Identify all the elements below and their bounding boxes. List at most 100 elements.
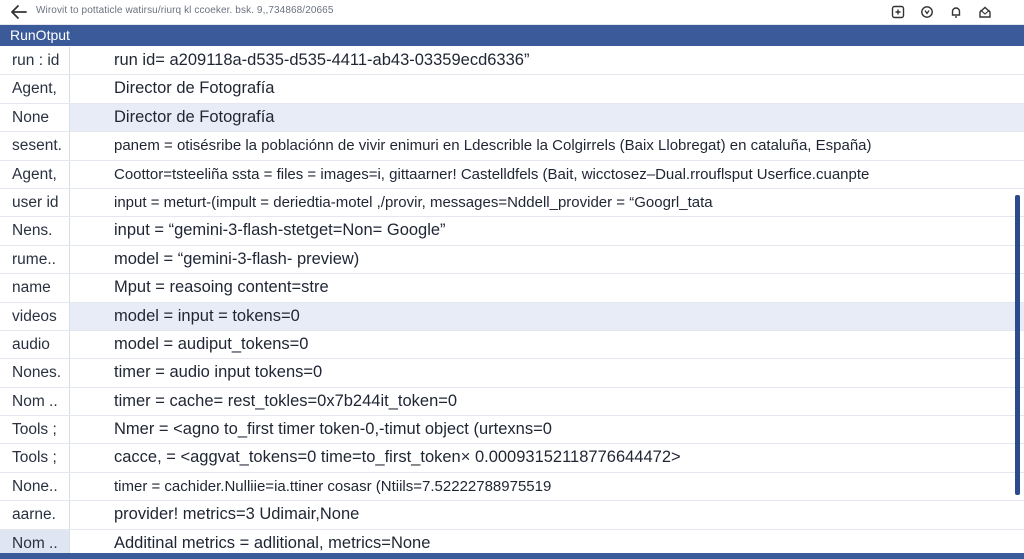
- value-cell: run id= a209118a-d535-d535-4411-ab43-033…: [70, 47, 1024, 74]
- key-cell: Nones.: [0, 359, 70, 387]
- key-cell: sesent.: [0, 132, 70, 160]
- key-cell: Nom ..: [0, 387, 70, 416]
- key-cell: user id: [0, 188, 70, 217]
- address-text[interactable]: Wirovit to pottaticle watirsu/riurq kl c…: [36, 5, 334, 16]
- row-value: panem = otisésribe la poblaciónn de vivi…: [114, 137, 872, 155]
- row-key: name: [12, 279, 51, 297]
- row-value: input = “gemini-3-flash-stetget=Non= Goo…: [114, 221, 446, 240]
- row-key: Nens.: [12, 222, 53, 240]
- save-button[interactable]: [889, 3, 907, 21]
- row-value: run id= a209118a-d535-d535-4411-ab43-033…: [114, 51, 530, 69]
- bottom-border: [0, 553, 1024, 559]
- settings-button[interactable]: [918, 3, 936, 21]
- settings-icon: [921, 6, 933, 18]
- panel-title: RunOtput: [10, 27, 70, 43]
- table-row[interactable]: Nom .. timer = cache= rest_tokles=0x7b244…: [0, 387, 1024, 417]
- row-value: input = meturt-(impult = deriedtia-motel…: [114, 193, 713, 211]
- value-cell: timer = audio input tokens=0: [70, 359, 1024, 386]
- value-cell: timer = cache= rest_tokles=0x7b244it_tok…: [70, 388, 1024, 415]
- table-row[interactable]: rume.. model = “gemini-3-flash- preview): [0, 245, 1024, 275]
- value-cell: input = meturt-(impult = deriedtia-motel…: [70, 189, 1024, 216]
- table-row[interactable]: Nones. timer = audio input tokens=0: [0, 359, 1024, 388]
- row-value: Nmer = <agno to_first timer token-0,-tim…: [114, 420, 552, 439]
- table-row[interactable]: videos model = input = tokens=0: [0, 302, 1024, 331]
- table-row[interactable]: run : id run id= a209118a-d535-d535-4411-…: [0, 47, 1024, 76]
- row-value: Coottor=tsteeliña ssta = files = images=…: [114, 165, 870, 183]
- row-key: None: [12, 108, 50, 126]
- row-value: Additinal metrics = adlitional, metrics=…: [114, 533, 431, 552]
- row-key: Agent,: [12, 165, 57, 183]
- value-cell: model = audiput_tokens=0: [70, 331, 1024, 358]
- key-cell: Tools ;: [0, 416, 70, 444]
- row-value: Director de Fotografía: [114, 107, 275, 126]
- panel-header: RunOtput: [0, 25, 1024, 46]
- table-row[interactable]: aarne. provider! metrics=3 Udimair,None: [0, 501, 1024, 530]
- key-cell: Agent,: [0, 160, 70, 188]
- value-cell: Director de Fotografía: [70, 103, 1024, 132]
- table-row[interactable]: sesent. panem = otisésribe la poblaciónn …: [0, 132, 1024, 161]
- table-row[interactable]: Nens. input = “gemini-3-flash-stetget=Non…: [0, 217, 1024, 246]
- home-button[interactable]: [976, 3, 994, 21]
- row-value: model = input = tokens=0: [114, 306, 300, 325]
- row-key: Agent,: [12, 80, 57, 98]
- row-key: Nom ..: [12, 392, 58, 410]
- top-toolbar: Wirovit to pottaticle watirsu/riurq kl c…: [0, 0, 1024, 25]
- vertical-scrollbar[interactable]: [1015, 195, 1020, 495]
- key-cell: None: [0, 103, 70, 132]
- notifications-button[interactable]: [947, 3, 965, 21]
- key-cell: None..: [0, 472, 70, 501]
- key-cell: name: [0, 274, 70, 302]
- table-row[interactable]: Tools ; Nmer = <agno to_first timer token…: [0, 416, 1024, 445]
- row-value: cacce, = <aggvat_tokens=0 time=to_first_…: [114, 448, 681, 467]
- save-icon: [891, 5, 905, 19]
- row-key: rume..: [12, 250, 56, 268]
- value-cell: provider! metrics=3 Udimair,None: [70, 501, 1024, 528]
- key-cell: rume..: [0, 245, 70, 274]
- row-key: Tools ;: [12, 421, 57, 439]
- table-row[interactable]: None.. timer = cachider.Nulliie=ia.ttiner…: [0, 472, 1024, 502]
- row-key: Nones.: [12, 364, 62, 382]
- toolbar-actions: [889, 3, 994, 21]
- table-row[interactable]: user id input = meturt-(impult = deriedti…: [0, 188, 1024, 218]
- value-cell: Coottor=tsteeliña ssta = files = images=…: [70, 161, 1024, 188]
- row-key: audio: [12, 335, 50, 353]
- value-cell: model = “gemini-3-flash- preview): [70, 246, 1024, 273]
- row-value: model = audiput_tokens=0: [114, 334, 309, 353]
- output-table: run : id run id= a209118a-d535-d535-4411-…: [0, 47, 1024, 559]
- table-row[interactable]: None Director de Fotografía: [0, 103, 1024, 133]
- value-cell: input = “gemini-3-flash-stetget=Non= Goo…: [70, 217, 1024, 244]
- home-icon: [979, 6, 991, 18]
- key-cell: Agent,: [0, 75, 70, 103]
- row-key: Tools ;: [12, 449, 57, 467]
- row-key: run : id: [12, 52, 60, 69]
- table-row[interactable]: name Mput = reasoing content=stre: [0, 274, 1024, 303]
- table-row[interactable]: Tools ; cacce, = <aggvat_tokens=0 time=to…: [0, 444, 1024, 473]
- row-value: timer = cache= rest_tokles=0x7b244it_tok…: [114, 391, 458, 410]
- key-cell: run : id: [0, 47, 70, 75]
- key-cell: videos: [0, 302, 70, 330]
- row-value: provider! metrics=3 Udimair,None: [114, 505, 360, 524]
- value-cell: cacce, = <aggvat_tokens=0 time=to_first_…: [70, 444, 1024, 471]
- row-key: None..: [12, 477, 58, 495]
- row-value: timer = audio input tokens=0: [114, 363, 323, 382]
- table-row[interactable]: Agent, Coottor=tsteeliña ssta = files = i…: [0, 160, 1024, 189]
- key-cell: Nens.: [0, 217, 70, 245]
- value-cell: Nmer = <agno to_first timer token-0,-tim…: [70, 416, 1024, 443]
- row-value: model = “gemini-3-flash- preview): [114, 249, 360, 268]
- key-cell: aarne.: [0, 501, 70, 529]
- row-key: aarne.: [12, 506, 56, 524]
- row-key: sesent.: [12, 137, 62, 155]
- value-cell: timer = cachider.Nulliie=ia.ttiner cosas…: [70, 473, 1024, 500]
- row-key: Nom ..: [12, 534, 58, 552]
- value-cell: Director de Fotografía: [70, 75, 1024, 102]
- row-key: user id: [12, 193, 59, 211]
- value-cell: model = input = tokens=0: [70, 302, 1024, 330]
- arrow-left-icon: [11, 5, 27, 19]
- row-value: Director de Fotografía: [114, 79, 275, 98]
- key-cell: audio: [0, 330, 70, 359]
- back-button[interactable]: [8, 2, 30, 22]
- table-row[interactable]: Agent, Director de Fotografía: [0, 75, 1024, 104]
- row-key: videos: [12, 307, 57, 325]
- value-cell: Mput = reasoing content=stre: [70, 274, 1024, 301]
- table-row[interactable]: audio model = audiput_tokens=0: [0, 330, 1024, 360]
